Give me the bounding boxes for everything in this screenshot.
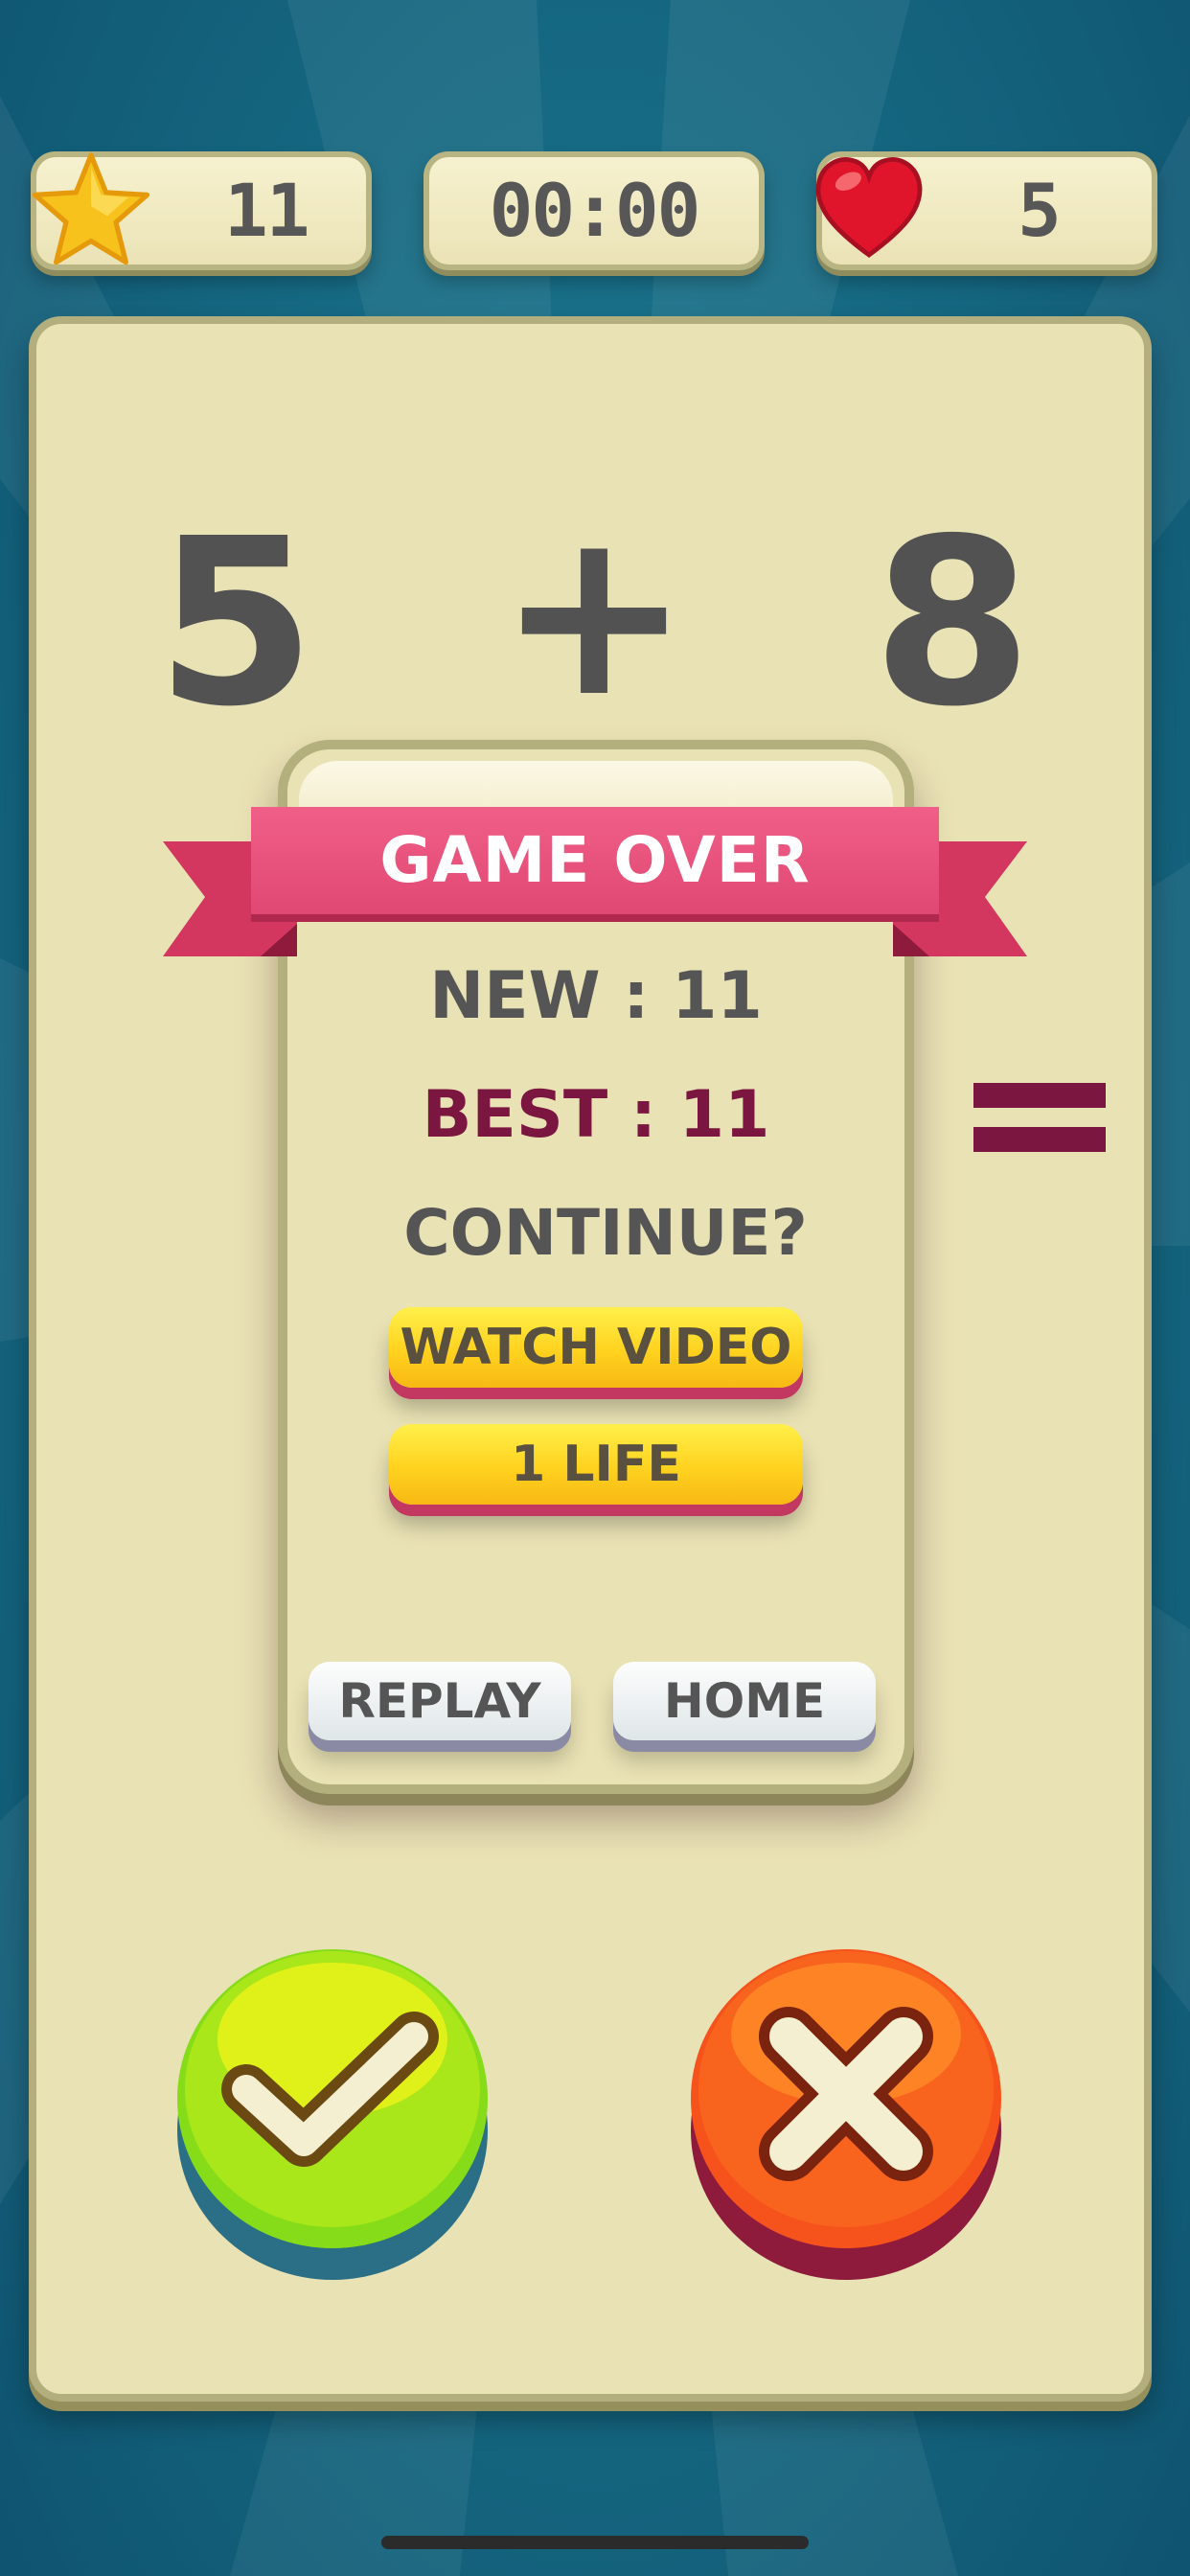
star-icon (32, 152, 150, 265)
game-over-title: GAME OVER (251, 807, 939, 914)
equals-bar-top (973, 1083, 1106, 1108)
new-score: NEW : 11 (429, 958, 763, 1034)
cross-icon (759, 2007, 933, 2181)
stars-count: 11 (224, 168, 310, 253)
timer-box: 00:00 (423, 151, 765, 270)
replay-button[interactable]: REPLAY (309, 1662, 571, 1740)
watch-video-button[interactable]: WATCH VIDEO (389, 1307, 803, 1388)
one-life-button[interactable]: 1 LIFE (389, 1424, 803, 1505)
lives-count: 5 (1018, 168, 1062, 253)
stars-counter-box: 11 (31, 151, 372, 270)
best-score: BEST : 11 (422, 1077, 770, 1153)
heart-icon (815, 157, 923, 258)
home-button[interactable]: HOME (613, 1662, 876, 1740)
equals-bar-bottom (973, 1127, 1106, 1152)
equation-operator: + (497, 479, 691, 748)
timer-value: 00:00 (489, 168, 701, 253)
correct-answer-button[interactable] (174, 1945, 491, 2281)
equation-left-operand: 5 (155, 489, 316, 757)
lives-counter-box: 5 (815, 151, 1157, 270)
home-indicator[interactable] (381, 2536, 809, 2549)
equation-right-operand: 8 (872, 489, 1033, 757)
continue-prompt: CONTINUE? (403, 1196, 808, 1270)
wrong-answer-button[interactable] (688, 1945, 1004, 2281)
